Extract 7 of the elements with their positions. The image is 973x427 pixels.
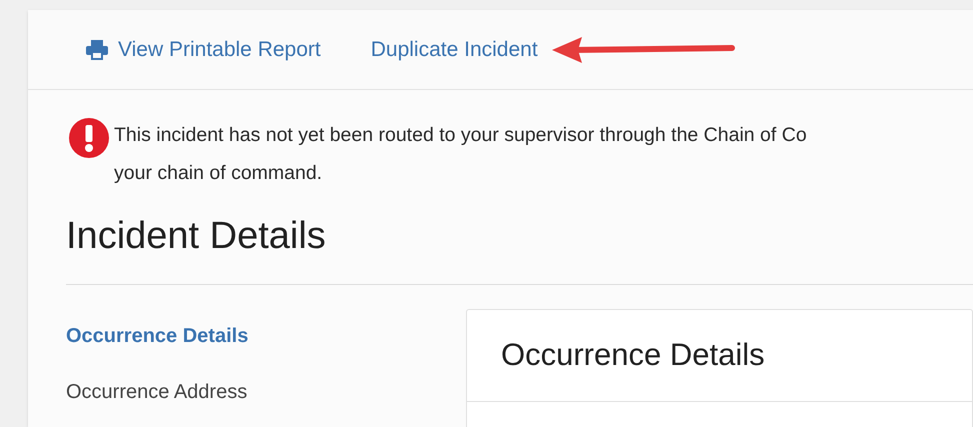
sidebar-link[interactable]: Occurrence Details [66,321,248,351]
alert-message: This incident has not yet been routed to your supervisor through the Chain of Co your chain of command. [114,123,807,186]
duplicate-link[interactable]: Duplicate Incident [370,34,538,66]
sidebar-link[interactable]: Occurrence Address [66,377,248,407]
card-title: Occurrence Details [501,336,765,374]
page-heading: Incident Details [66,214,326,259]
printable-report-link[interactable]: View Printable Report [86,34,321,66]
